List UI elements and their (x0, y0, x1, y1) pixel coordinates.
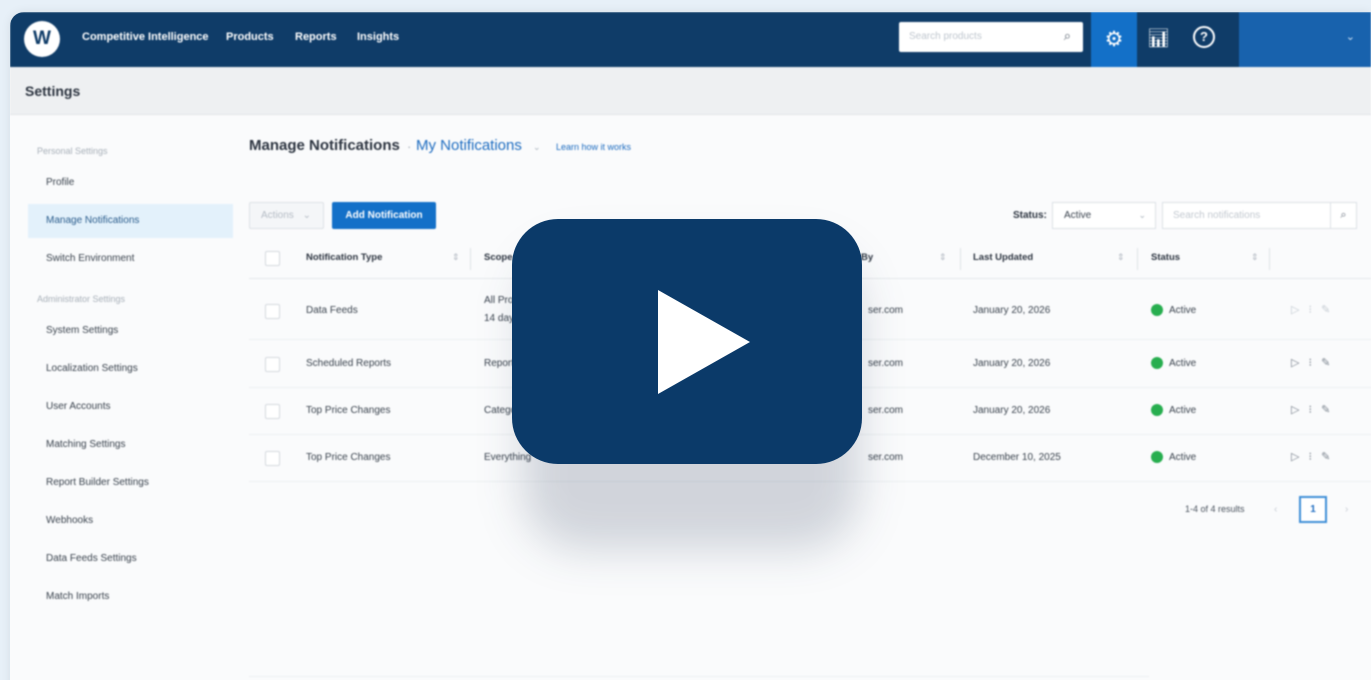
status-active-icon (1151, 304, 1163, 316)
sidebar-item-webhooks[interactable]: Webhooks (28, 504, 233, 538)
cell-notification-type: Top Price Changes (306, 452, 391, 463)
sidebar-item-report-builder-settings[interactable]: Report Builder Settings (28, 466, 233, 500)
sort-icon[interactable]: ⇕ (939, 252, 947, 263)
gear-icon[interactable]: ⚙ (1091, 12, 1137, 67)
results-summary: 1-4 of 4 results (1185, 504, 1245, 514)
column-divider (1269, 248, 1270, 270)
sidebar-item-manage-notifications[interactable]: Manage Notifications (28, 204, 233, 238)
column-header-scope[interactable]: Scope (484, 252, 513, 263)
settings-header: Settings (10, 67, 1371, 115)
cell-last-updated: December 10, 2025 (973, 452, 1061, 463)
sidebar-item-data-feeds-settings[interactable]: Data Feeds Settings (28, 542, 233, 576)
bar-chart-icon[interactable]: 📊︎ (1147, 28, 1170, 49)
chevron-down-icon: ⌄ (302, 210, 311, 221)
cell-notification-type: Top Price Changes (306, 405, 391, 416)
footer-divider (249, 676, 1149, 677)
previous-page-icon[interactable]: ‹ (1274, 504, 1277, 515)
status-filter-label: Status: (1013, 210, 1047, 221)
row-actions[interactable]: ▷ ⁝ ✎ (1291, 356, 1333, 369)
cell-status: Active (1169, 452, 1197, 463)
page-title: Settings (25, 83, 81, 99)
sidebar-item-switch-environment[interactable]: Switch Environment (28, 242, 233, 276)
search-icon[interactable]: ⌕ (1330, 202, 1356, 229)
cell-notification-type: Scheduled Reports (306, 358, 392, 369)
learn-how-it-works-link[interactable]: Learn how it works (556, 142, 631, 152)
section-title: Manage Notifications (249, 137, 400, 154)
row-checkbox[interactable] (265, 451, 280, 466)
status-filter-value: Active (1064, 210, 1092, 221)
notification-search-placeholder: Search notifications (1173, 210, 1261, 221)
cell-last-updated: January 20, 2026 (973, 358, 1051, 369)
help-icon[interactable]: ? (1193, 26, 1215, 48)
column-header-last-updated[interactable]: Last Updated (973, 252, 1033, 263)
cell-created-by: ser.com (868, 358, 904, 369)
row-checkbox[interactable] (265, 357, 280, 372)
search-placeholder: Search products (909, 31, 982, 42)
cell-last-updated: January 20, 2026 (973, 405, 1051, 416)
sidebar-item-profile[interactable]: Profile (28, 166, 233, 200)
sidebar-item-matching-settings[interactable]: Matching Settings (28, 428, 233, 462)
cell-last-updated: January 20, 2026 (973, 305, 1051, 316)
title-separator: · (407, 139, 412, 154)
cell-status: Active (1169, 358, 1197, 369)
actions-label: Actions (261, 210, 294, 221)
nav-reports[interactable]: Reports (295, 31, 337, 43)
product-search-input[interactable]: Search products ⌕ (899, 22, 1083, 52)
column-divider (470, 248, 471, 270)
page-1-button[interactable]: 1 (1299, 496, 1327, 523)
sidebar-item-system-settings[interactable]: System Settings (28, 314, 233, 348)
video-play-button[interactable] (512, 219, 862, 464)
column-header-by[interactable]: By (861, 252, 873, 263)
column-divider (960, 248, 961, 270)
next-page-icon[interactable]: › (1345, 504, 1348, 515)
row-actions[interactable]: ▷ ⁝ ✎ (1291, 403, 1333, 416)
top-navigation-bar: W Competitive Intelligence Products Repo… (10, 12, 1371, 67)
status-active-icon (1151, 357, 1163, 369)
notification-scope-dropdown[interactable]: My Notifications (416, 137, 522, 154)
search-icon[interactable]: ⌕ (1064, 28, 1071, 44)
sort-icon[interactable]: ⇕ (1117, 252, 1125, 263)
sidebar-section-admin: Administrator Settings (37, 294, 126, 304)
cell-created-by: ser.com (868, 452, 904, 463)
nav-insights[interactable]: Insights (357, 31, 399, 43)
sort-icon[interactable]: ⇕ (1251, 252, 1259, 263)
user-menu[interactable]: ⌄ (1239, 12, 1371, 67)
sidebar-item-localization-settings[interactable]: Localization Settings (28, 352, 233, 386)
row-checkbox[interactable] (265, 404, 280, 419)
cell-notification-type: Data Feeds (306, 305, 358, 316)
sidebar-section-personal: Personal Settings (37, 146, 108, 156)
status-active-icon (1151, 451, 1163, 463)
chevron-down-icon: ⌄ (1345, 31, 1355, 43)
brand-logo[interactable]: W (24, 21, 60, 57)
actions-dropdown-button[interactable]: Actions ⌄ (249, 202, 324, 229)
status-filter-select[interactable]: Active ⌄ (1052, 202, 1156, 229)
sidebar-item-user-accounts[interactable]: User Accounts (28, 390, 233, 424)
play-icon (658, 290, 750, 394)
chevron-down-icon: ⌄ (1138, 210, 1146, 220)
row-actions[interactable]: ▷ ⁝ ✎ (1291, 450, 1333, 463)
nav-products[interactable]: Products (226, 31, 274, 43)
column-header-status[interactable]: Status (1151, 252, 1180, 263)
status-active-icon (1151, 404, 1163, 416)
column-header-notification-type[interactable]: Notification Type (306, 252, 382, 263)
notification-search-input[interactable]: Search notifications ⌕ (1162, 202, 1357, 229)
sidebar-item-match-imports[interactable]: Match Imports (28, 580, 233, 614)
cell-status: Active (1169, 405, 1197, 416)
row-checkbox[interactable] (265, 304, 280, 319)
sort-icon[interactable]: ⇕ (452, 252, 460, 263)
settings-sidebar: Personal Settings Profile Manage Notific… (10, 116, 242, 680)
cell-scope: Report (484, 358, 515, 369)
cell-created-by: ser.com (868, 405, 904, 416)
cell-status: Active (1169, 305, 1197, 316)
add-notification-button[interactable]: Add Notification (332, 202, 436, 229)
select-all-checkbox[interactable] (265, 251, 280, 266)
row-actions[interactable]: ▷ ⁝ ✎ (1291, 303, 1333, 316)
column-divider (1137, 248, 1138, 270)
cell-created-by: ser.com (868, 305, 904, 316)
chevron-down-icon[interactable]: ⌄ (533, 142, 541, 153)
nav-competitive-intelligence[interactable]: Competitive Intelligence (82, 31, 209, 43)
